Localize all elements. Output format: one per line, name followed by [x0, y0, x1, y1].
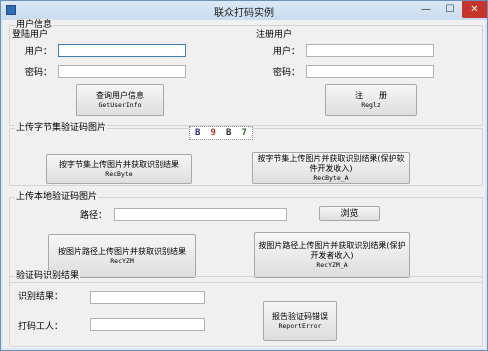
rec-yzm-label: 按图片路径上传图片并获取识别结果: [58, 247, 186, 256]
result-label: 识别结果：: [18, 292, 64, 302]
rec-yzm-sub-label: RecYZM: [110, 257, 134, 265]
register-user-label: 用户：: [273, 47, 301, 57]
rec-byte-a-label: 按字节集上传图片并获取识别结果(保护软件开发收入): [257, 154, 405, 173]
path-input[interactable]: [114, 208, 287, 221]
browse-label: 浏览: [340, 208, 359, 219]
rec-byte-a-sub-label: RecByte_A: [313, 174, 349, 182]
rec-byte-label: 按字节集上传图片并获取识别结果: [59, 160, 179, 169]
path-label: 路径：: [80, 211, 108, 221]
close-button[interactable]: ✕: [462, 1, 487, 18]
worker-label: 打码工人：: [18, 322, 64, 332]
login-password-input[interactable]: [58, 65, 186, 78]
get-user-info-label: 查询用户信息: [96, 91, 144, 100]
register-password-input[interactable]: [306, 65, 434, 78]
report-error-sub-label: ReportError: [278, 322, 322, 330]
login-user-input[interactable]: [58, 44, 186, 57]
get-user-info-button[interactable]: 查询用户信息 GetUserInfo: [76, 84, 164, 116]
captcha-char: B: [226, 128, 232, 138]
login-user-label: 用户：: [25, 47, 53, 57]
local-upload-group: 上传本地验证码图片 路径： 浏览 按图片路径上传图片并获取识别结果 RecYZM…: [9, 191, 483, 283]
captcha-image: B 9 B 7: [189, 126, 253, 140]
title-bar[interactable]: 联众打码实例 — ☐ ✕: [1, 1, 487, 20]
register-button[interactable]: 注 册 Reglz: [325, 84, 417, 116]
local-upload-group-title: 上传本地验证码图片: [15, 191, 99, 203]
rec-yzm-a-label: 按图片路径上传图片并获取识别结果(保护开发者收入): [258, 241, 406, 260]
register-section-title: 注册用户: [256, 30, 293, 40]
worker-input[interactable]: [90, 318, 205, 331]
rec-byte-button[interactable]: 按字节集上传图片并获取识别结果 RecByte: [46, 154, 192, 184]
form-client-area: 用户信息 登陆用户 用户： 密码： 查询用户信息 GetUserInfo 注册用…: [3, 19, 485, 348]
result-group-title: 验证码识别结果: [15, 270, 81, 282]
report-error-label: 报告验证码错误: [272, 312, 328, 321]
captcha-char: 7: [241, 128, 247, 138]
result-input[interactable]: [90, 291, 205, 304]
rec-yzm-a-sub-label: RecYZM_A: [316, 261, 348, 269]
get-user-info-sub-label: GetUserInfo: [98, 101, 142, 109]
rec-yzm-a-button[interactable]: 按图片路径上传图片并获取识别结果(保护开发者收入) RecYZM_A: [254, 232, 410, 278]
browse-button[interactable]: 浏览: [319, 206, 380, 221]
user-info-group: 用户信息 登陆用户 用户： 密码： 查询用户信息 GetUserInfo 注册用…: [9, 19, 483, 126]
register-button-label: 注 册: [355, 91, 387, 100]
register-password-label: 密码：: [273, 68, 301, 78]
register-user-input[interactable]: [306, 44, 434, 57]
byte-upload-group-title: 上传字节集验证码图片: [15, 122, 108, 134]
login-section-title: 登陆用户: [12, 30, 49, 40]
maximize-button[interactable]: ☐: [438, 1, 462, 18]
rec-byte-a-button[interactable]: 按字节集上传图片并获取识别结果(保护软件开发收入) RecByte_A: [252, 152, 410, 184]
result-group: 验证码识别结果 识别结果： 打码工人： 报告验证码错误 ReportError: [9, 270, 483, 347]
login-password-label: 密码：: [25, 68, 53, 78]
captcha-char: 9: [210, 128, 216, 138]
rec-byte-sub-label: RecByte: [105, 170, 133, 178]
report-error-button[interactable]: 报告验证码错误 ReportError: [263, 301, 337, 341]
minimize-button[interactable]: —: [414, 1, 438, 18]
main-window: 联众打码实例 — ☐ ✕ 用户信息 登陆用户 用户： 密码： 查询用户信息 Ge…: [0, 0, 488, 351]
register-button-sub-label: Reglz: [361, 101, 381, 109]
captcha-char: B: [195, 128, 201, 138]
